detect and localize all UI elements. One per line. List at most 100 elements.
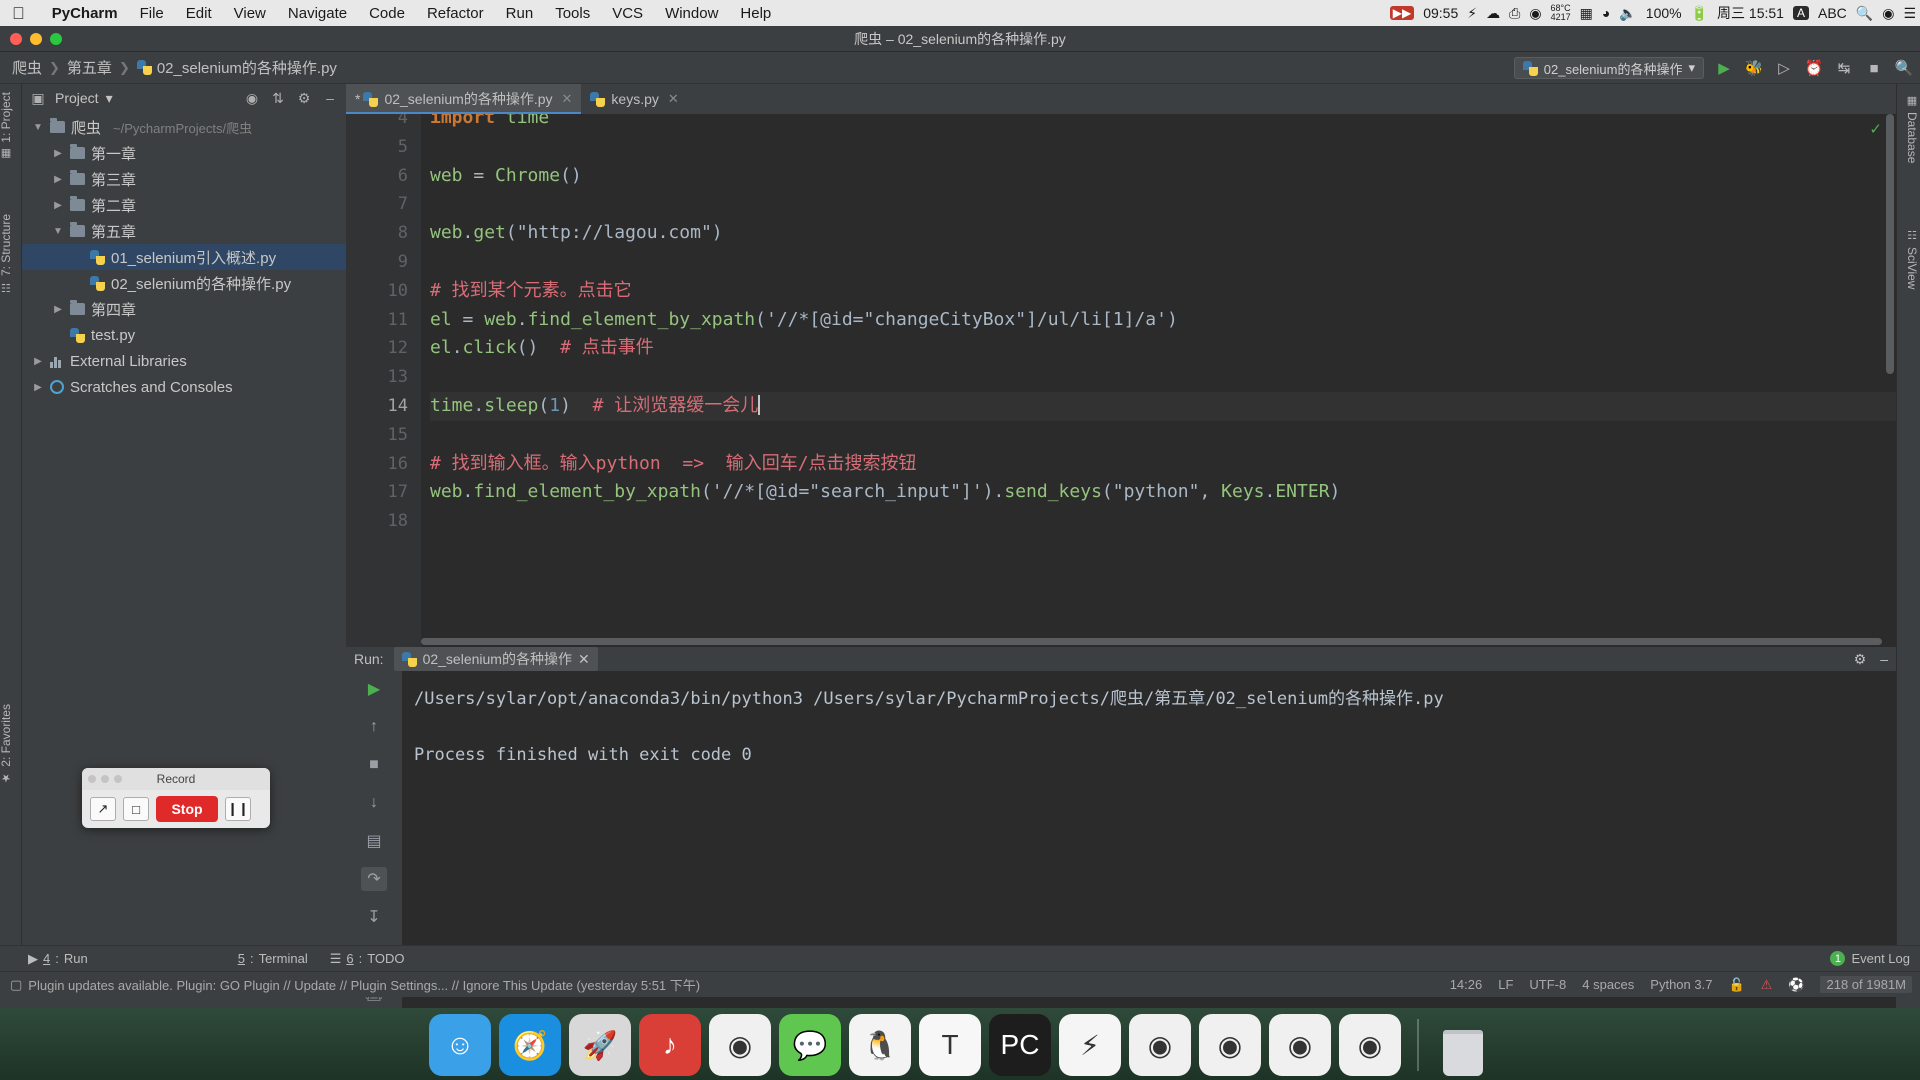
chrome-window-4-icon[interactable]: ◉ <box>1339 1014 1401 1076</box>
breadcrumb-project[interactable]: 爬虫 <box>8 57 46 78</box>
tree-node[interactable]: ▼ 爬虫 ~/PycharmProjects/爬虫 <box>22 114 346 140</box>
chevron-down-icon[interactable]: ▼ <box>52 226 64 237</box>
close-icon[interactable]: ✕ <box>578 651 590 668</box>
hide-icon[interactable]: ‒ <box>1880 651 1888 667</box>
apple-icon[interactable]:  <box>12 5 25 22</box>
menu-window[interactable]: Window <box>654 5 729 22</box>
code-line[interactable]: el.click() # 点击事件 <box>430 334 1896 363</box>
event-log-button[interactable]: 1 Event Log <box>1830 951 1910 966</box>
minimize-icon[interactable] <box>101 775 109 783</box>
status-notification[interactable]: ▢ Plugin updates available. Plugin: GO P… <box>10 975 700 994</box>
code-line[interactable]: # 找到输入框。输入python => 输入回车/点击搜索按钮 <box>430 450 1896 479</box>
locate-icon[interactable]: ◉ <box>242 88 262 108</box>
tree-node[interactable]: ▼ 第五章 <box>22 218 346 244</box>
line-number[interactable]: 11 <box>346 306 408 335</box>
record-stop-button[interactable]: Stop <box>156 796 218 822</box>
caret-position[interactable]: 14:26 <box>1450 977 1483 992</box>
line-number[interactable]: 4 <box>346 114 408 133</box>
battery-meter-icon[interactable]: ▦ <box>1580 5 1593 22</box>
scroll-up-icon[interactable]: ↑ <box>361 715 387 739</box>
tree-node[interactable]: ▶ 第四章 <box>22 296 346 322</box>
inspection-error-icon[interactable]: ⚠ <box>1761 977 1773 993</box>
stop-icon[interactable]: ■ <box>1864 58 1884 78</box>
editor-vertical-scrollbar[interactable] <box>1886 114 1894 374</box>
bolt-icon[interactable]: ⚡ <box>1467 5 1477 22</box>
stop-icon[interactable]: ■ <box>361 753 387 777</box>
menu-file[interactable]: File <box>129 5 175 22</box>
debug-icon[interactable]: 🐝 <box>1744 58 1764 78</box>
run-configuration-selector[interactable]: 02_selenium的各种操作 ▾ <box>1513 57 1704 79</box>
line-number[interactable]: 7 <box>346 190 408 219</box>
python-interpreter[interactable]: Python 3.7 <box>1650 977 1712 992</box>
tool-window-todo[interactable]: ☰ 6: TODO <box>330 951 405 967</box>
line-number[interactable]: 16 <box>346 450 408 479</box>
temperature-monitor[interactable]: 68°C 4217 <box>1551 4 1571 22</box>
chrome-window-1-icon[interactable]: ◉ <box>1129 1014 1191 1076</box>
safari-icon[interactable]: 🧭 <box>499 1014 561 1076</box>
launchpad-icon[interactable]: 🚀 <box>569 1014 631 1076</box>
close-tab-icon[interactable]: ✕ <box>668 91 679 107</box>
unlocked-icon[interactable]: 🔓 <box>1728 977 1744 993</box>
spotlight-search-icon[interactable]: 🔍 <box>1856 5 1873 22</box>
close-window-button[interactable] <box>10 33 22 45</box>
coverage-icon[interactable]: ▷ <box>1774 58 1794 78</box>
battery-charging-icon[interactable]: 🔋 <box>1691 5 1708 22</box>
code-line[interactable]: time.sleep(1) # 让浏览器缓一会儿 <box>430 391 1896 421</box>
chevron-down-icon[interactable]: ▾ <box>106 90 113 107</box>
line-number[interactable]: 6 <box>346 162 408 191</box>
netease-music-icon[interactable]: ♪ <box>639 1014 701 1076</box>
menu-app-name[interactable]: PyCharm <box>41 5 129 22</box>
sidebar-item-structure[interactable]: ☷ 7: Structure <box>0 214 13 294</box>
project-panel-title-group[interactable]: ▣ Project ▾ <box>28 88 236 108</box>
trash-icon[interactable] <box>1435 1018 1491 1076</box>
status-notification-text[interactable]: Plugin updates available. Plugin: GO Plu… <box>28 975 700 994</box>
screen-record-icon[interactable]: ▶▶ <box>1389 6 1415 20</box>
tree-node[interactable]: 02_selenium的各种操作.py <box>22 270 346 296</box>
pycharm-icon[interactable]: PC <box>989 1014 1051 1076</box>
tree-node[interactable]: 01_selenium引入概述.py <box>22 244 346 270</box>
line-number[interactable]: 10 <box>346 277 408 306</box>
zoom-window-button[interactable] <box>50 33 62 45</box>
line-number[interactable]: 14 <box>346 392 408 421</box>
close-icon[interactable] <box>88 775 96 783</box>
editor-horizontal-scrollbar[interactable] <box>421 638 1882 645</box>
memory-indicator[interactable]: 218 of 1981M <box>1820 976 1912 993</box>
code-line[interactable]: web = Chrome() <box>430 162 1896 191</box>
sidebar-item-favorites[interactable]: ★ 2: Favorites <box>0 704 13 785</box>
line-number[interactable]: 17 <box>346 478 408 507</box>
tool-window-terminal[interactable]: 5: Terminal <box>238 951 308 966</box>
sidebar-item-project[interactable]: ▦ 1: Project <box>0 92 13 161</box>
typora-icon[interactable]: T <box>919 1014 981 1076</box>
scroll-to-end-icon[interactable]: ↧ <box>361 905 387 929</box>
code-line[interactable] <box>430 363 1896 392</box>
menu-view[interactable]: View <box>223 5 277 22</box>
menu-edit[interactable]: Edit <box>175 5 223 22</box>
finder-icon[interactable]: ☺ <box>429 1014 491 1076</box>
code-editor[interactable]: 4 5 6 7 8 9 10 11 12 13 14 15 16 17 18 import time web… <box>346 114 1896 647</box>
search-everywhere-icon[interactable]: 🔍 <box>1894 58 1914 78</box>
collapse-all-icon[interactable]: ⇅ <box>268 88 288 108</box>
settings-gear-icon[interactable]: ⚙ <box>294 88 314 108</box>
screen-record-widget[interactable]: Record ↗ □ Stop ❙❙ <box>82 768 270 828</box>
tree-node[interactable]: test.py <box>22 322 346 348</box>
close-tab-icon[interactable]: ✕ <box>562 91 573 107</box>
line-separator[interactable]: LF <box>1498 977 1513 992</box>
minimize-window-button[interactable] <box>30 33 42 45</box>
menu-help[interactable]: Help <box>729 5 782 22</box>
menu-tools[interactable]: Tools <box>544 5 601 22</box>
thunder-icon[interactable]: ⚡ <box>1059 1014 1121 1076</box>
sidebar-item-database[interactable]: ▦ Database <box>1905 94 1919 163</box>
menu-vcs[interactable]: VCS <box>601 5 654 22</box>
arrow-pointer-icon[interactable]: ↗ <box>90 797 116 821</box>
code-line[interactable]: # 找到某个元素。点击它 <box>430 277 1896 306</box>
file-encoding[interactable]: UTF-8 <box>1529 977 1566 992</box>
line-number[interactable]: 5 <box>346 133 408 162</box>
run-icon[interactable]: ▶ <box>1714 58 1734 78</box>
wifi-icon[interactable]: ◕ <box>1602 5 1610 21</box>
scroll-down-icon[interactable]: ↓ <box>361 791 387 815</box>
menu-refactor[interactable]: Refactor <box>416 5 495 22</box>
color-wheel-icon[interactable]: ◉ <box>1529 5 1541 22</box>
square-selection-icon[interactable]: □ <box>123 797 149 821</box>
chrome-window-3-icon[interactable]: ◉ <box>1269 1014 1331 1076</box>
chrome-window-2-icon[interactable]: ◉ <box>1199 1014 1261 1076</box>
